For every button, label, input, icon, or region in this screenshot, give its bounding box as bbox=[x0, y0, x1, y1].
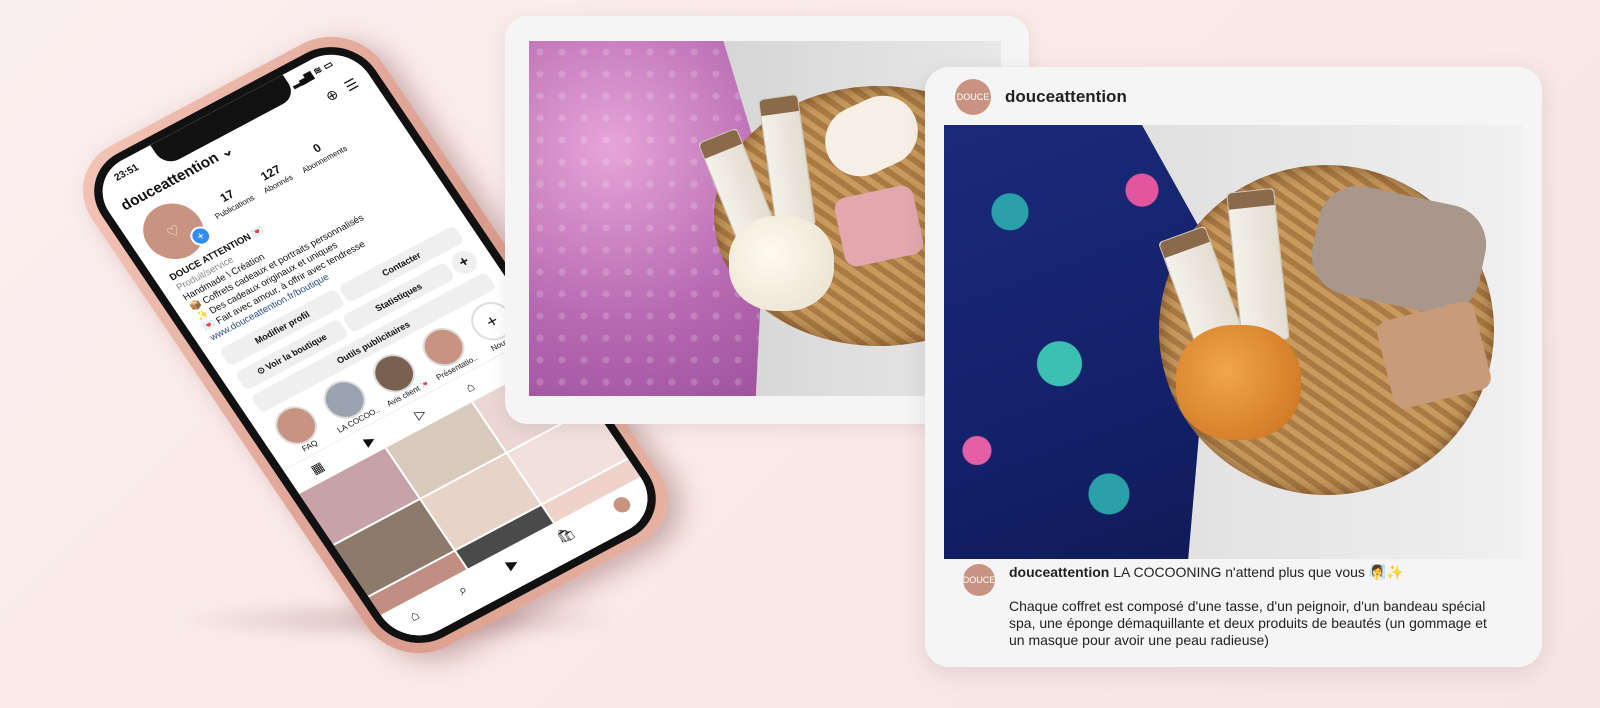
video-tab-icon[interactable]: ▷ bbox=[411, 405, 429, 423]
stat-publications[interactable]: 17 Publications bbox=[204, 180, 257, 222]
grid-tab-icon[interactable]: ▦ bbox=[308, 459, 328, 478]
reels-icon[interactable]: ▶ bbox=[503, 554, 522, 573]
chevron-down-icon: ⌄ bbox=[216, 141, 237, 162]
leopard-mug bbox=[1176, 325, 1301, 440]
stat-followers[interactable]: 127 Abonnés bbox=[253, 160, 296, 197]
heart-logo-icon: ♡ bbox=[163, 221, 184, 241]
profile-nav-avatar[interactable] bbox=[610, 494, 634, 516]
stat-following[interactable]: 0 Abonnements bbox=[291, 131, 349, 176]
post-photo-blue-robe[interactable] bbox=[944, 125, 1522, 559]
caption-text: douceattention LA COCOONING n'attend plu… bbox=[1009, 564, 1502, 649]
menu-icon[interactable]: ☰ bbox=[341, 75, 362, 95]
shop-tab-icon[interactable]: ⌂ bbox=[462, 379, 478, 396]
caption-username[interactable]: douceattention bbox=[1009, 564, 1109, 580]
reels-tab-icon[interactable]: ▶ bbox=[361, 432, 379, 450]
post-header: DOUCE douceattention bbox=[925, 67, 1542, 116]
add-post-icon[interactable]: ⊕ bbox=[322, 85, 342, 105]
post-caption: DOUCE douceattention LA COCOONING n'atte… bbox=[963, 564, 1502, 649]
post-card-blue: DOUCE douceattention DOUCE douceattentio… bbox=[925, 67, 1542, 667]
shop-icon[interactable]: 🛍 bbox=[553, 524, 578, 547]
search-icon[interactable]: ⌕ bbox=[454, 581, 470, 599]
cat-mug bbox=[729, 216, 834, 311]
caption-body: Chaque coffret est composé d'une tasse, … bbox=[1009, 598, 1487, 648]
home-icon[interactable]: ⌂ bbox=[406, 607, 423, 625]
avatar-text: DOUCE bbox=[956, 92, 990, 102]
caption-avatar[interactable]: DOUCE bbox=[963, 564, 995, 596]
post-author-avatar[interactable]: DOUCE bbox=[955, 79, 991, 115]
avatar-text: DOUCE bbox=[962, 575, 996, 585]
caption-first-line: LA COCOONING n'attend plus que vous 🧖‍♀️… bbox=[1109, 564, 1404, 580]
post-username[interactable]: douceattention bbox=[1005, 87, 1127, 107]
